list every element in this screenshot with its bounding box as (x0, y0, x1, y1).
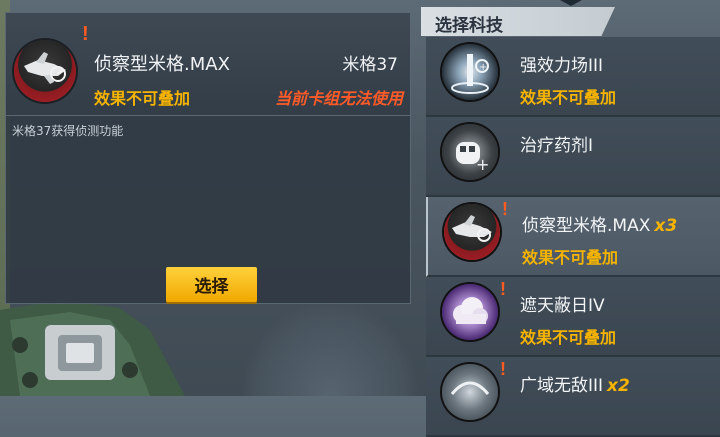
tech-item-name: 治疗药剂I (520, 136, 594, 156)
recon-mig-icon (14, 40, 76, 102)
tech-item-count: x3 (654, 216, 678, 236)
background-arch (240, 300, 420, 396)
alert-icon: ! (82, 23, 89, 45)
alert-icon: ! (502, 199, 508, 219)
healing-potion-icon: + (442, 124, 498, 180)
tech-description: 米格37获得侦测功能 (12, 124, 124, 138)
header-tab-marker (560, 0, 582, 6)
tech-item-status: 效果不可叠加 (520, 328, 617, 347)
select-button[interactable]: 选择 (166, 267, 257, 302)
tech-detail-header: ! 侦察型米格.MAX 米格37 效果不可叠加 当前卡组无法使用 (6, 13, 410, 116)
alert-icon: ! (500, 279, 506, 299)
mech-portrait (0, 300, 185, 396)
tech-item-name: 强效力场III (520, 56, 604, 76)
tech-item-count: x2 (607, 376, 630, 396)
svg-text:+: + (476, 155, 489, 174)
tech-item-status: 效果不可叠加 (522, 248, 619, 267)
tech-item-smoke-cloud[interactable]: ! 遮天蔽日IV 效果不可叠加 (426, 277, 720, 357)
smoke-cloud-icon (442, 284, 498, 340)
tech-list-header: 选择科技 (421, 7, 615, 36)
alert-icon: ! (500, 359, 506, 379)
tech-list[interactable]: + 强效力场III 效果不可叠加 + 治疗药剂I ! 侦察型米格.MAX x3 效 (426, 37, 720, 437)
tech-item-name: 遮天蔽日IV (520, 296, 605, 316)
tech-item-wide-invincible[interactable]: ! 广域无敌III x2 (426, 357, 720, 437)
no-stack-label: 效果不可叠加 (94, 89, 191, 108)
tech-item-healing-potion[interactable]: + 治疗药剂I (426, 117, 720, 197)
tech-item-status: 效果不可叠加 (520, 88, 617, 107)
list-title: 选择科技 (435, 16, 503, 36)
wide-invincible-icon (442, 364, 498, 420)
tech-name: 侦察型米格.MAX (94, 54, 230, 75)
tech-detail-panel: ! 侦察型米格.MAX 米格37 效果不可叠加 当前卡组无法使用 米格37获得侦… (5, 12, 411, 304)
tech-item-force-field[interactable]: + 强效力场III 效果不可叠加 (426, 37, 720, 117)
tech-item-recon-mig[interactable]: ! 侦察型米格.MAX x3 效果不可叠加 (426, 197, 720, 277)
recon-mig-icon (444, 204, 500, 260)
tech-item-name: 广域无敌III x2 (520, 376, 630, 396)
mech-name: 米格37 (342, 55, 398, 75)
force-field-icon: + (442, 44, 498, 100)
svg-text:+: + (479, 62, 487, 73)
tech-item-name: 侦察型米格.MAX x3 (522, 216, 678, 236)
deck-warning: 当前卡组无法使用 (274, 89, 403, 108)
